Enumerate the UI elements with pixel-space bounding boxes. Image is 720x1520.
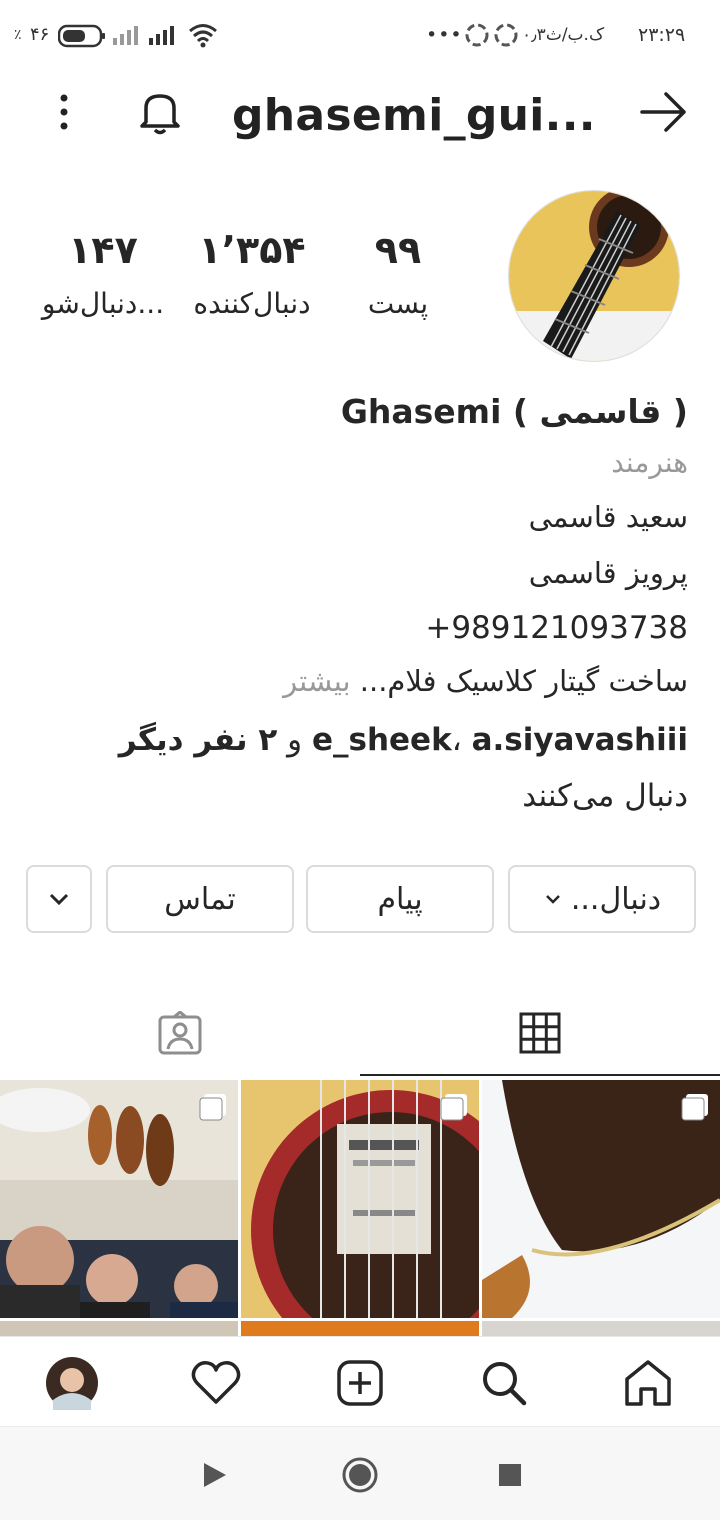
followed-by-user-1[interactable]: e_sheek	[312, 722, 452, 758]
status-bar: ۲۳:۲۹ ۰٫۳ک.ب/ث ••• ٪ ۴۶	[0, 0, 720, 70]
bottom-navigation	[0, 1336, 720, 1426]
post-thumbnail-3[interactable]	[482, 1080, 720, 1318]
profile-header: ghasemi_gui...	[0, 70, 720, 154]
suggested-accounts-button[interactable]	[26, 865, 92, 933]
contact-button[interactable]: تماس	[106, 865, 294, 933]
multiple-photos-icon	[681, 1094, 708, 1121]
signal-icon-2	[149, 26, 174, 45]
bio-more-link[interactable]: بیشتر	[283, 664, 350, 698]
signal-icon-1	[113, 26, 138, 45]
back-arrow-icon[interactable]	[638, 90, 690, 134]
following-button-label: دنبال...	[570, 881, 662, 917]
followed-by[interactable]: e_sheek، a.siyavashiii و ۲ نفر دیگر دنبا…	[68, 712, 688, 824]
nav-home[interactable]	[618, 1355, 678, 1411]
following-count: ۱۴۷	[68, 228, 138, 272]
profile-display-name: Ghasemi ( قاسمی )	[340, 392, 688, 431]
percent-sign: ٪	[14, 27, 22, 43]
chevron-down-icon	[545, 895, 560, 904]
nav-create[interactable]	[330, 1355, 390, 1411]
heart-icon	[191, 1361, 241, 1404]
sys-home-button[interactable]	[338, 1453, 382, 1497]
followed-by-suffix: دنبال می‌کنند	[522, 778, 688, 814]
profile-avatar[interactable]	[508, 190, 680, 362]
contact-button-label: تماس	[164, 881, 236, 917]
tagged-person-icon	[158, 1011, 202, 1055]
posts-stat[interactable]: ۹۹ پست	[350, 226, 446, 324]
posts-label: پست	[367, 287, 429, 320]
bio-line-1: سعید قاسمی	[528, 500, 688, 534]
battery-percent: ۴۶	[30, 24, 50, 45]
tab-tagged[interactable]	[0, 990, 360, 1076]
status-speed: ۰٫۳ک.ب/ث	[522, 25, 605, 45]
guitar-avatar-image	[509, 191, 679, 361]
post-thumbnail-5[interactable]	[241, 1321, 479, 1337]
play-triangle-icon	[204, 1463, 226, 1487]
app-notification-icon	[465, 23, 518, 47]
post-thumbnail-1[interactable]	[0, 1080, 238, 1318]
post-thumbnail-4[interactable]	[0, 1321, 238, 1337]
post-thumbnail-2[interactable]	[241, 1080, 479, 1318]
followed-by-and: و	[277, 722, 312, 758]
following-button[interactable]: دنبال...	[508, 865, 696, 933]
add-post-icon	[337, 1360, 383, 1406]
sys-back-button[interactable]	[192, 1453, 236, 1497]
profile-category: هنرمند	[611, 446, 688, 479]
multiple-photos-icon	[199, 1094, 226, 1121]
following-stat[interactable]: ۱۴۷ دنبال‌شو...	[28, 226, 178, 324]
multiple-photos-icon	[440, 1094, 467, 1121]
status-time: ۲۳:۲۹	[638, 24, 686, 46]
search-icon	[483, 1362, 527, 1406]
square-recents-icon	[499, 1464, 521, 1486]
battery-icon	[58, 24, 105, 48]
followers-count: ۱٬۳۵۴	[198, 228, 306, 272]
profile-username: ghasemi_gui...	[232, 90, 596, 141]
nav-search[interactable]	[474, 1355, 534, 1411]
system-navigation-bar	[0, 1426, 720, 1520]
message-button-label: پیام	[377, 881, 423, 917]
active-tab-indicator	[360, 1074, 720, 1076]
bell-icon[interactable]	[136, 88, 184, 136]
bio-description: ساخت گیتار کلاسیک فلام... بیشتر	[283, 664, 688, 698]
chevron-down-icon	[49, 893, 69, 906]
bio-line-2: پرویز قاسمی	[528, 556, 688, 590]
nav-profile[interactable]	[42, 1355, 102, 1411]
home-icon	[625, 1360, 671, 1406]
grid-icon	[519, 1012, 561, 1054]
followed-by-others[interactable]: ۲ نفر دیگر	[119, 722, 278, 758]
posts-count: ۹۹	[374, 228, 422, 272]
followers-stat[interactable]: ۱٬۳۵۴ دنبال‌کننده	[180, 226, 324, 324]
followers-label: دنبال‌کننده	[193, 287, 311, 320]
bio-description-text: ساخت گیتار کلاسیک فلام...	[359, 664, 688, 698]
wifi-icon	[189, 24, 217, 48]
nav-activity[interactable]	[186, 1355, 246, 1411]
following-label: دنبال‌شو...	[41, 287, 165, 320]
bio-phone[interactable]: +989121093738	[425, 610, 688, 646]
post-thumbnail-6[interactable]	[482, 1321, 720, 1337]
followed-by-user-2[interactable]: a.siyavashiii	[472, 722, 688, 758]
sys-recents-button[interactable]	[488, 1453, 532, 1497]
followed-by-separator: ،	[451, 722, 472, 758]
circle-home-icon	[342, 1457, 378, 1493]
more-vertical-icon[interactable]	[50, 92, 78, 132]
profile-avatar-icon	[46, 1357, 98, 1410]
status-more: •••	[426, 24, 463, 46]
message-button[interactable]: پیام	[306, 865, 494, 933]
tab-posts-grid[interactable]	[360, 990, 720, 1076]
